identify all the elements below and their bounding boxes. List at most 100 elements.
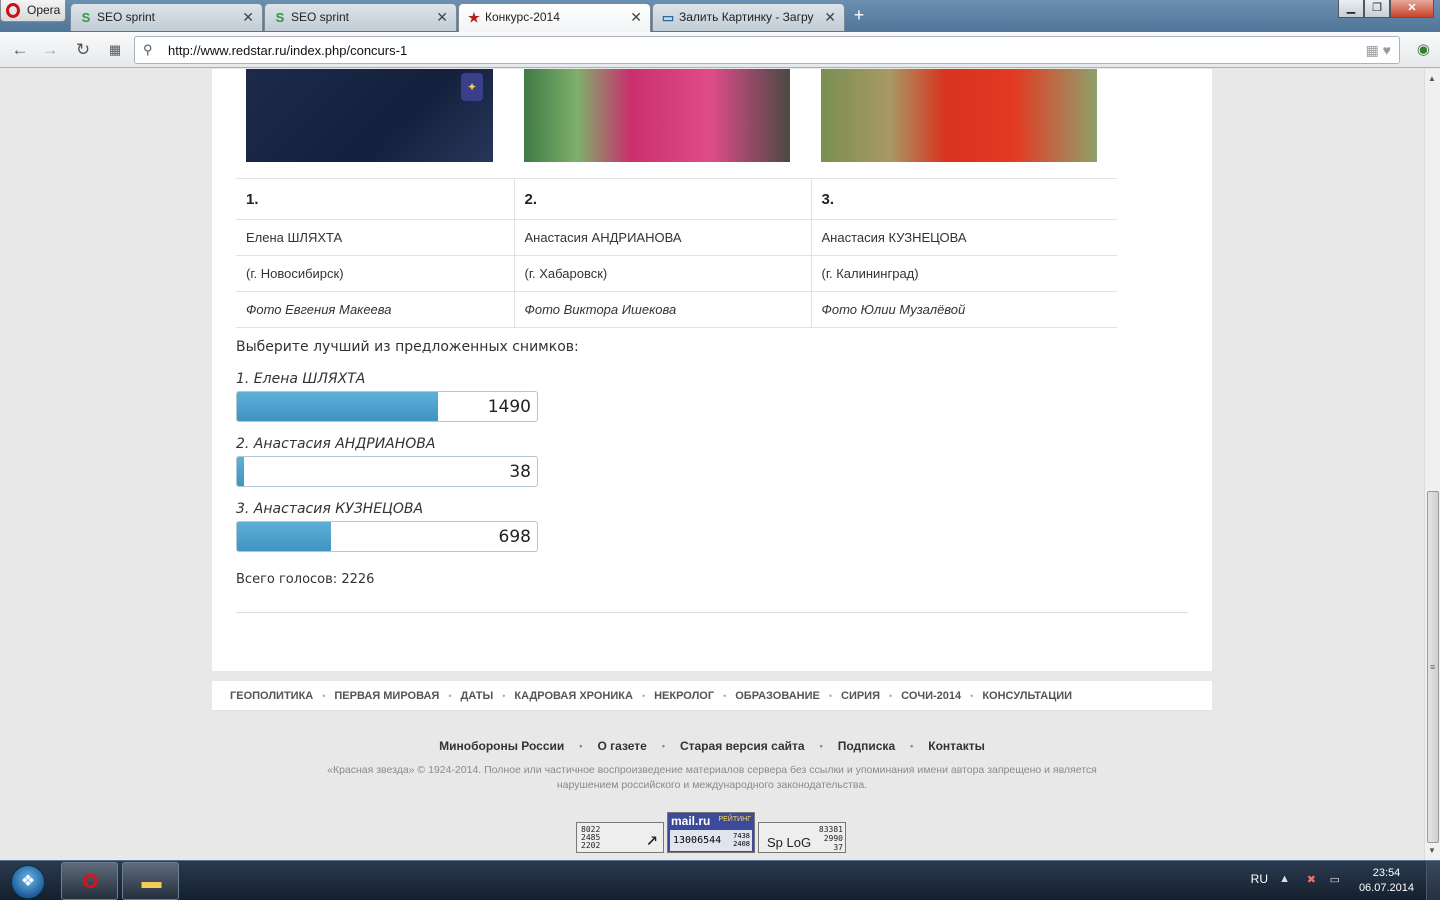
counter-value: 2990 [823,834,843,843]
counter-value: 2408 [733,840,750,848]
candidates-table: 1. 2. 3. Елена ШЛЯХТА Анастасия АНДРИАНО… [236,178,1117,328]
scroll-up-icon[interactable]: ▲ [1428,74,1436,83]
address-toolbar: ← → ↻ ▦ ⚲ http://www.redstar.ru/index.ph… [0,32,1440,68]
site-footer: Минобороны России • О газете • Старая версия… [212,739,1212,793]
separator-dot: • [579,741,583,751]
footer-link[interactable]: Контакты [928,739,985,753]
back-arrow-icon[interactable]: ← [9,39,31,61]
copyright-text: «Красная звезда» © 1924-2014. Полное или… [327,764,1097,791]
candidate-number: 1. [236,178,514,220]
window-controls: ▁ ❐ ✕ [1338,0,1434,18]
scrollbar-thumb[interactable]: ≡ [1427,491,1439,843]
table-row: Елена ШЛЯХТА Анастасия АНДРИАНОВА Анаста… [236,219,1117,256]
tab-label: SEO sprint [291,10,350,24]
table-row: 1. 2. 3. [236,178,1117,220]
table-row: Фото Евгения Макеева Фото Виктора Ишеков… [236,291,1117,328]
liveinternet-counter[interactable]: 8022 2485 2202 ↗ [576,822,664,853]
poll-option: 2. Анастасия АНДРИАНОВА 38 [236,420,836,487]
reload-icon[interactable]: ↻ [72,39,94,61]
category-link[interactable]: ОБРАЗОВАНИЕ [735,690,820,702]
url-text: http://www.redstar.ru/index.php/concurs-… [168,43,408,58]
counter-value: 37 [833,843,843,852]
network-error-icon[interactable]: ✖ [1307,873,1316,886]
vote-count: 38 [509,462,531,482]
photo-candidate-3 [821,69,1097,162]
speed-dial-grid-icon[interactable]: ▦ [104,39,126,61]
tab-upload-image[interactable]: ▭ Залить Картинку - Загру ✕ [652,3,845,31]
footer-link[interactable]: Подписка [838,739,895,753]
new-tab-plus-icon[interactable]: + [850,6,868,24]
photo-credit: Фото Виктора Ишекова [513,291,811,328]
candidate-name: Анастасия АНДРИАНОВА [513,219,811,256]
image-favicon-icon: ▭ [661,10,675,25]
category-link[interactable]: КАДРОВАЯ ХРОНИКА [514,690,633,702]
windows-logo-icon: ❖ [11,865,45,899]
tab-label: Залить Картинку - Загру [679,10,814,24]
total-votes-label: Всего голосов: [236,572,338,587]
vote-bar-fill [237,457,244,486]
tab-bar: Opera S SEO sprint ✕ S SEO sprint ✕ ★ Ко… [0,0,1440,32]
separator-dot: • [970,691,974,701]
vote-count: 698 [498,527,531,547]
article-content: ✦ 1. 2. 3. Елена ШЛЯХТА Анастасия АНДРИА… [212,69,1212,671]
tab-seo-sprint-1[interactable]: S SEO sprint ✕ [70,3,263,31]
category-link[interactable]: СОЧИ-2014 [901,690,961,702]
candidate-city: (г. Калининград) [810,255,1117,292]
forward-arrow-icon[interactable]: → [39,39,61,61]
minimize-icon[interactable]: ▁ [1338,0,1364,18]
close-tab-icon[interactable]: ✕ [242,9,254,26]
category-link[interactable]: НЕКРОЛОГ [654,690,714,702]
vote-bar: 38 [236,456,538,487]
vote-bar: 1490 [236,391,538,422]
taskbar-explorer[interactable]: ▬ [122,862,179,900]
spylog-logo: Sp LoG [767,835,812,850]
military-emblem-icon: ✦ [461,73,483,101]
clock-date: 06.07.2014 [1358,882,1414,894]
category-link[interactable]: ПЕРВАЯ МИРОВАЯ [334,690,439,702]
opera-icon: O [82,871,99,893]
window-close-icon[interactable]: ✕ [1390,0,1434,18]
taskbar-opera[interactable]: O [61,862,118,900]
opera-sync-icon[interactable]: ◉ [1417,40,1430,58]
category-link[interactable]: СИРИЯ [841,690,880,702]
clock-time: 23:54 [1372,867,1401,879]
redstar-favicon-icon: ★ [468,10,480,25]
spylog-counter[interactable]: Sp LoG 83381 2990 37 [758,822,846,853]
maximize-icon[interactable]: ❐ [1364,0,1390,18]
language-indicator[interactable]: RU [1251,872,1268,886]
address-field[interactable]: ⚲ http://www.redstar.ru/index.php/concur… [134,36,1400,64]
seo-sprint-favicon-icon: S [275,10,285,25]
counters: 8022 2485 2202 ↗ mail.ru РЕЙТИНГ 1300654… [576,812,846,853]
poll-option-label: 3. Анастасия КУЗНЕЦОВА [236,501,424,517]
start-button[interactable]: ❖ [3,862,53,900]
footer-link[interactable]: О газете [597,739,646,753]
tab-konkurs-2014[interactable]: ★ Конкурс-2014 ✕ [458,3,651,32]
vote-bar-fill [237,392,438,421]
footer-links: Минобороны России • О газете • Старая версия… [212,739,1212,753]
category-link[interactable]: КОНСУЛЬТАЦИИ [982,690,1072,702]
clock[interactable]: 23:54 06.07.2014 [1359,866,1414,896]
poll-option-label: 2. Анастасия АНДРИАНОВА [236,436,436,452]
separator-dot: • [723,691,727,701]
close-tab-icon[interactable]: ✕ [630,9,642,26]
candidate-city: (г. Новосибирск) [236,255,514,292]
footer-link[interactable]: Минобороны России [439,739,564,753]
mailru-rating-counter[interactable]: mail.ru РЕЙТИНГ 13006544 7438 2408 [667,812,755,853]
scroll-down-icon[interactable]: ▼ [1428,846,1436,855]
mailru-logo: mail.ru [671,814,711,828]
grip-icon: ≡ [1430,662,1436,672]
candidate-number: 2. [513,178,811,220]
tab-seo-sprint-2[interactable]: S SEO sprint ✕ [264,3,457,31]
show-hidden-icons-icon[interactable]: ▲ [1279,873,1290,885]
footer-link[interactable]: Старая версия сайта [680,739,805,753]
category-link[interactable]: ГЕОПОЛИТИКА [230,690,313,702]
vertical-scrollbar[interactable]: ▲ ≡ ▼ [1424,69,1440,860]
display-icon[interactable]: ▭ [1330,873,1340,886]
category-link[interactable]: ДАТЫ [461,690,494,702]
opera-menu-label: Opera [27,3,61,17]
close-tab-icon[interactable]: ✕ [436,9,448,26]
close-tab-icon[interactable]: ✕ [824,9,836,26]
show-desktop-button[interactable] [1426,861,1440,900]
bookmark-heart-icon[interactable]: ▦ ♥ [1366,42,1391,59]
opera-menu-button[interactable]: Opera [0,0,66,22]
